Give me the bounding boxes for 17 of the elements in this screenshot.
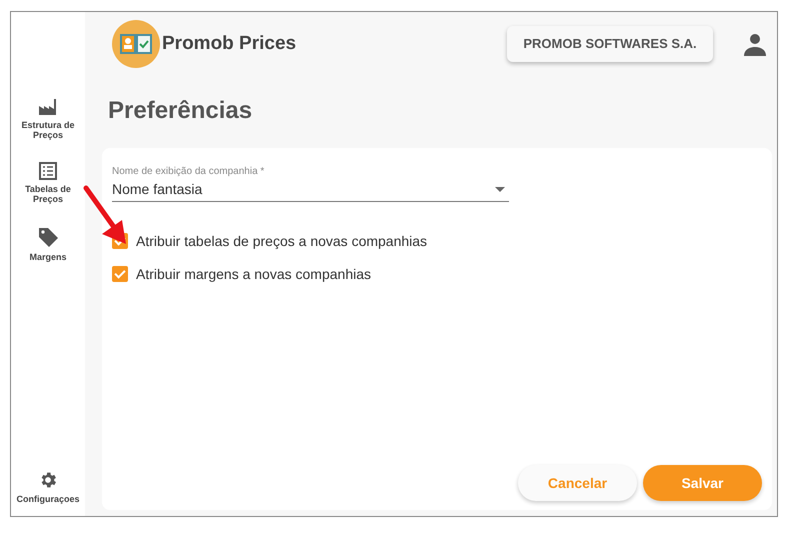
checkbox-label: Atribuir margens a novas companhias — [136, 266, 372, 282]
factory-icon — [38, 98, 58, 116]
user-icon[interactable] — [743, 32, 767, 56]
checkbox[interactable] — [112, 266, 128, 282]
list-icon — [39, 162, 57, 180]
sidebar-label[interactable]: Configuraçoes — [16, 494, 80, 504]
sidebar-label[interactable]: Margens — [29, 252, 66, 262]
sidebar-label[interactable]: Estrutura de Preços — [11, 120, 85, 140]
page-title: Preferências — [108, 97, 254, 125]
checkbox-label: Atribuir tabelas de preços a novas companhias — [136, 233, 428, 249]
company-button[interactable]: PROMOB SOFTWARES S.A. — [507, 26, 713, 62]
sidebar-label[interactable]: Tabelas de Preços — [11, 184, 85, 204]
tag-icon — [37, 226, 59, 248]
company-name-select[interactable]: Nome de exibição da companhia * Nome fantasia — [112, 166, 509, 202]
app-title: Promob Prices — [162, 32, 298, 54]
dropdown-caret-icon — [495, 186, 505, 192]
logo-icon — [112, 20, 160, 68]
